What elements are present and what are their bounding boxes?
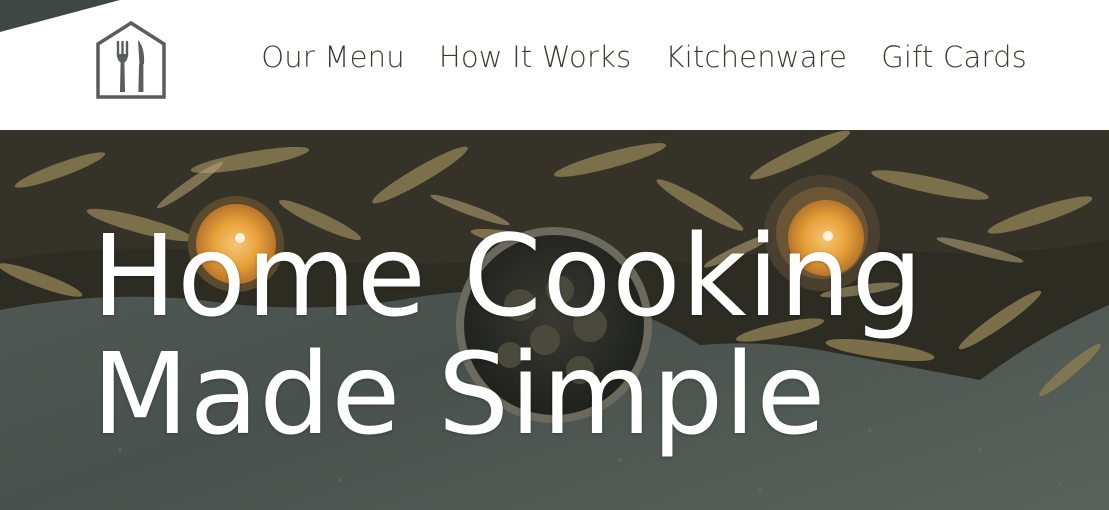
nav-link-how-it-works[interactable]: How It Works <box>439 40 632 74</box>
site-header: Our Menu How It Works Kitchenware Gift C… <box>0 0 1109 130</box>
nav-link-gift-cards[interactable]: Gift Cards <box>881 40 1027 74</box>
hero-title-line-2: Made Simple <box>92 330 827 460</box>
nav-link-our-menu[interactable]: Our Menu <box>261 40 405 74</box>
hero-banner: Home Cooking Made Simple <box>0 130 1109 510</box>
main-nav: Our Menu How It Works Kitchenware Gift C… <box>261 40 1027 74</box>
page: Our Menu How It Works Kitchenware Gift C… <box>0 0 1109 510</box>
nav-link-kitchenware[interactable]: Kitchenware <box>665 40 847 74</box>
hero-title: Home Cooking Made Simple <box>92 218 924 454</box>
house-fork-knife-icon[interactable] <box>94 20 168 100</box>
hero-title-line-1: Home Cooking <box>92 212 924 342</box>
